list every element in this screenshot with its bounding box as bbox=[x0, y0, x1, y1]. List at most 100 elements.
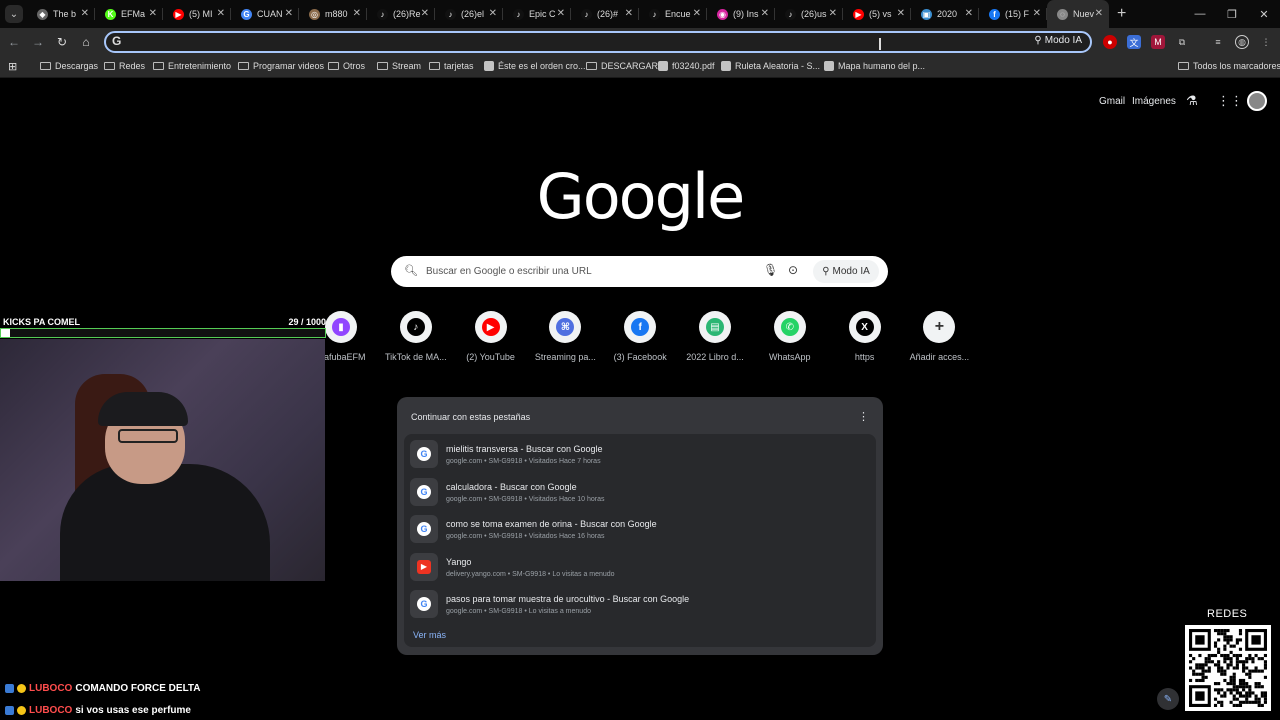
bookmark-favicon-icon bbox=[721, 61, 731, 71]
images-link[interactable]: Imágenes bbox=[1132, 96, 1176, 107]
tab-close-icon[interactable]: ✕ bbox=[897, 8, 905, 19]
browser-tab[interactable]: G CUAN ✕ bbox=[231, 0, 299, 28]
google-apps-icon[interactable]: ⋮⋮ bbox=[1217, 93, 1243, 109]
tab-close-icon[interactable]: ✕ bbox=[81, 8, 89, 19]
shortcut-tile[interactable]: ⌘ Streaming pa... bbox=[530, 311, 600, 362]
continue-tab-item[interactable]: Gmielitis transversa - Buscar con Google… bbox=[408, 438, 872, 472]
continue-tab-subtitle: google.com • SM-G9918 • Visitados Hace 1… bbox=[446, 495, 605, 503]
tab-close-icon[interactable]: ✕ bbox=[625, 8, 633, 19]
google-search-box[interactable]: 🔍︎ Buscar en Google o escribir una URL 🎙… bbox=[391, 256, 888, 287]
apps-grid-icon[interactable]: ⊞ bbox=[8, 60, 17, 73]
media-controls-icon[interactable]: ≡ bbox=[1211, 35, 1225, 49]
tab-close-icon[interactable]: ✕ bbox=[761, 8, 769, 19]
tab-close-icon[interactable]: ✕ bbox=[965, 8, 973, 19]
tab-close-icon[interactable]: ✕ bbox=[557, 8, 565, 19]
bookmark-item[interactable]: Mapa humano del p... bbox=[824, 61, 925, 71]
continue-tab-item[interactable]: Gpasos para tomar muestra de urocultivo … bbox=[408, 588, 872, 622]
more-options-icon[interactable]: ⋮ bbox=[858, 410, 869, 423]
forward-button[interactable]: → bbox=[29, 33, 47, 51]
browser-tab[interactable]: ♪ (26)el ✕ bbox=[435, 0, 503, 28]
shortcut-tile[interactable]: ♪ TikTok de MA... bbox=[381, 311, 451, 362]
continue-tab-item[interactable]: Gcomo se toma examen de orina - Buscar c… bbox=[408, 513, 872, 547]
bookmark-item[interactable]: Ruleta Aleatoria - S... bbox=[721, 61, 820, 71]
shortcut-tile[interactable]: ▶ (2) YouTube bbox=[456, 311, 526, 362]
bookmark-item[interactable]: Programar videos bbox=[238, 61, 324, 71]
home-button[interactable]: ⌂ bbox=[77, 33, 95, 51]
shortcut-tile[interactable]: ▤ 2022 Libro d... bbox=[680, 311, 750, 362]
extensions-puzzle-icon[interactable]: ⧉ bbox=[1175, 35, 1189, 49]
account-avatar[interactable] bbox=[1247, 91, 1267, 111]
tab-close-icon[interactable]: ✕ bbox=[217, 8, 225, 19]
browser-tab[interactable]: ♪ Encue ✕ bbox=[639, 0, 707, 28]
browser-tab[interactable]: ▣ 2020 ✕ bbox=[911, 0, 979, 28]
bookmark-item[interactable]: tarjetas bbox=[429, 61, 474, 71]
browser-tab[interactable]: ♪ Epic C ✕ bbox=[503, 0, 571, 28]
tab-close-icon[interactable]: ✕ bbox=[421, 8, 429, 19]
folder-icon bbox=[153, 62, 164, 70]
browser-tab[interactable]: ◉ (9) Ins ✕ bbox=[707, 0, 775, 28]
tab-title: Epic C bbox=[529, 9, 556, 19]
shortcut-tile[interactable]: + Añadir acces... bbox=[904, 311, 974, 362]
google-icon: G bbox=[417, 484, 431, 499]
tab-close-icon[interactable]: ✕ bbox=[285, 8, 293, 19]
omnibox-ai-mode-button[interactable]: ⚲ Modo IA bbox=[1034, 35, 1082, 46]
translate-extension-icon[interactable]: 文 bbox=[1127, 35, 1141, 49]
bookmark-item[interactable]: f03240.pdf bbox=[658, 61, 715, 71]
microphone-icon[interactable]: 🎙︎ bbox=[763, 263, 778, 277]
shortcut-tile[interactable]: f (3) Facebook bbox=[605, 311, 675, 362]
bookmark-item[interactable]: Entretenimiento bbox=[153, 61, 231, 71]
browser-tab[interactable]: ♪ (26)# ✕ bbox=[571, 0, 639, 28]
browser-menu-icon[interactable]: ⋮ bbox=[1259, 35, 1273, 49]
site-icon-box: ▶ bbox=[410, 552, 438, 581]
reload-button[interactable]: ↻ bbox=[53, 33, 71, 51]
tab-close-icon[interactable]: ✕ bbox=[829, 8, 837, 19]
tab-title: (5) MI bbox=[189, 9, 213, 19]
tab-close-icon[interactable]: ✕ bbox=[353, 8, 361, 19]
browser-tab[interactable]: ♪ (26)us ✕ bbox=[775, 0, 843, 28]
bookmark-item[interactable]: Éste es el orden cro... bbox=[484, 61, 586, 71]
extension-red-icon[interactable]: ● bbox=[1103, 35, 1117, 49]
extension-md-icon[interactable]: M bbox=[1151, 35, 1165, 49]
bookmark-item[interactable]: DESCARGAR bbox=[586, 61, 658, 71]
tab-close-icon[interactable]: ✕ bbox=[489, 8, 497, 19]
see-more-link[interactable]: Ver más bbox=[413, 630, 446, 640]
browser-tab[interactable]: ▶ (5) MI ✕ bbox=[163, 0, 231, 28]
browser-tab[interactable]: ◆ The b ✕ bbox=[27, 0, 95, 28]
bookmark-item[interactable]: Otros bbox=[328, 61, 365, 71]
tab-close-icon[interactable]: ✕ bbox=[149, 8, 157, 19]
tab-search-button[interactable]: ⌄ bbox=[5, 5, 23, 23]
shortcut-favicon-icon: ▮ bbox=[332, 318, 350, 336]
ai-mode-button[interactable]: ⚲ Modo IA bbox=[813, 260, 879, 283]
browser-tab[interactable]: ◌ Nuev ✕ bbox=[1047, 0, 1109, 28]
tab-close-icon[interactable]: ✕ bbox=[1095, 8, 1103, 19]
new-tab-button[interactable]: + bbox=[1117, 5, 1126, 23]
shortcut-tile[interactable]: Xhttps bbox=[830, 311, 900, 362]
browser-tab[interactable]: ▶ (5) vs ✕ bbox=[843, 0, 911, 28]
bookmark-item[interactable]: Redes bbox=[104, 61, 145, 71]
minimize-button[interactable]: — bbox=[1184, 0, 1216, 28]
back-button[interactable]: ← bbox=[5, 33, 23, 51]
chat-badge-icon bbox=[5, 683, 14, 693]
continue-tab-title: mielitis transversa - Buscar con Google bbox=[446, 444, 603, 454]
address-bar[interactable]: G ⚲ Modo IA bbox=[104, 31, 1092, 53]
customize-pencil-icon[interactable]: ✎ bbox=[1157, 688, 1179, 710]
browser-tab[interactable]: ♪ (26)Re ✕ bbox=[367, 0, 435, 28]
profile-icon[interactable]: ◍ bbox=[1235, 35, 1249, 49]
browser-tab[interactable]: K EFMa ✕ bbox=[95, 0, 163, 28]
browser-tab[interactable]: ◎ m880 ✕ bbox=[299, 0, 367, 28]
gmail-link[interactable]: Gmail bbox=[1099, 96, 1125, 107]
close-window-button[interactable]: ✕ bbox=[1248, 0, 1280, 28]
tab-close-icon[interactable]: ✕ bbox=[1033, 8, 1041, 19]
labs-flask-icon[interactable]: ⚗ bbox=[1186, 93, 1198, 109]
bookmark-item[interactable]: Descargas bbox=[40, 61, 98, 71]
google-lens-icon[interactable]: ⊙ bbox=[788, 263, 798, 277]
folder-icon bbox=[104, 62, 115, 70]
continue-tab-item[interactable]: Gcalculadora - Buscar con Google google.c… bbox=[408, 476, 872, 510]
browser-tab[interactable]: f (15) F ✕ bbox=[979, 0, 1047, 28]
bookmark-item[interactable]: Todos los marcadores bbox=[1178, 61, 1280, 71]
bookmark-item[interactable]: Stream bbox=[377, 61, 421, 71]
continue-tab-item[interactable]: ▶ Yango delivery.yango.com • SM-G9918 • Lo… bbox=[408, 551, 872, 585]
maximize-button[interactable]: ❐ bbox=[1216, 0, 1248, 28]
shortcut-tile[interactable]: ✆ WhatsApp bbox=[755, 311, 825, 362]
tab-close-icon[interactable]: ✕ bbox=[693, 8, 701, 19]
